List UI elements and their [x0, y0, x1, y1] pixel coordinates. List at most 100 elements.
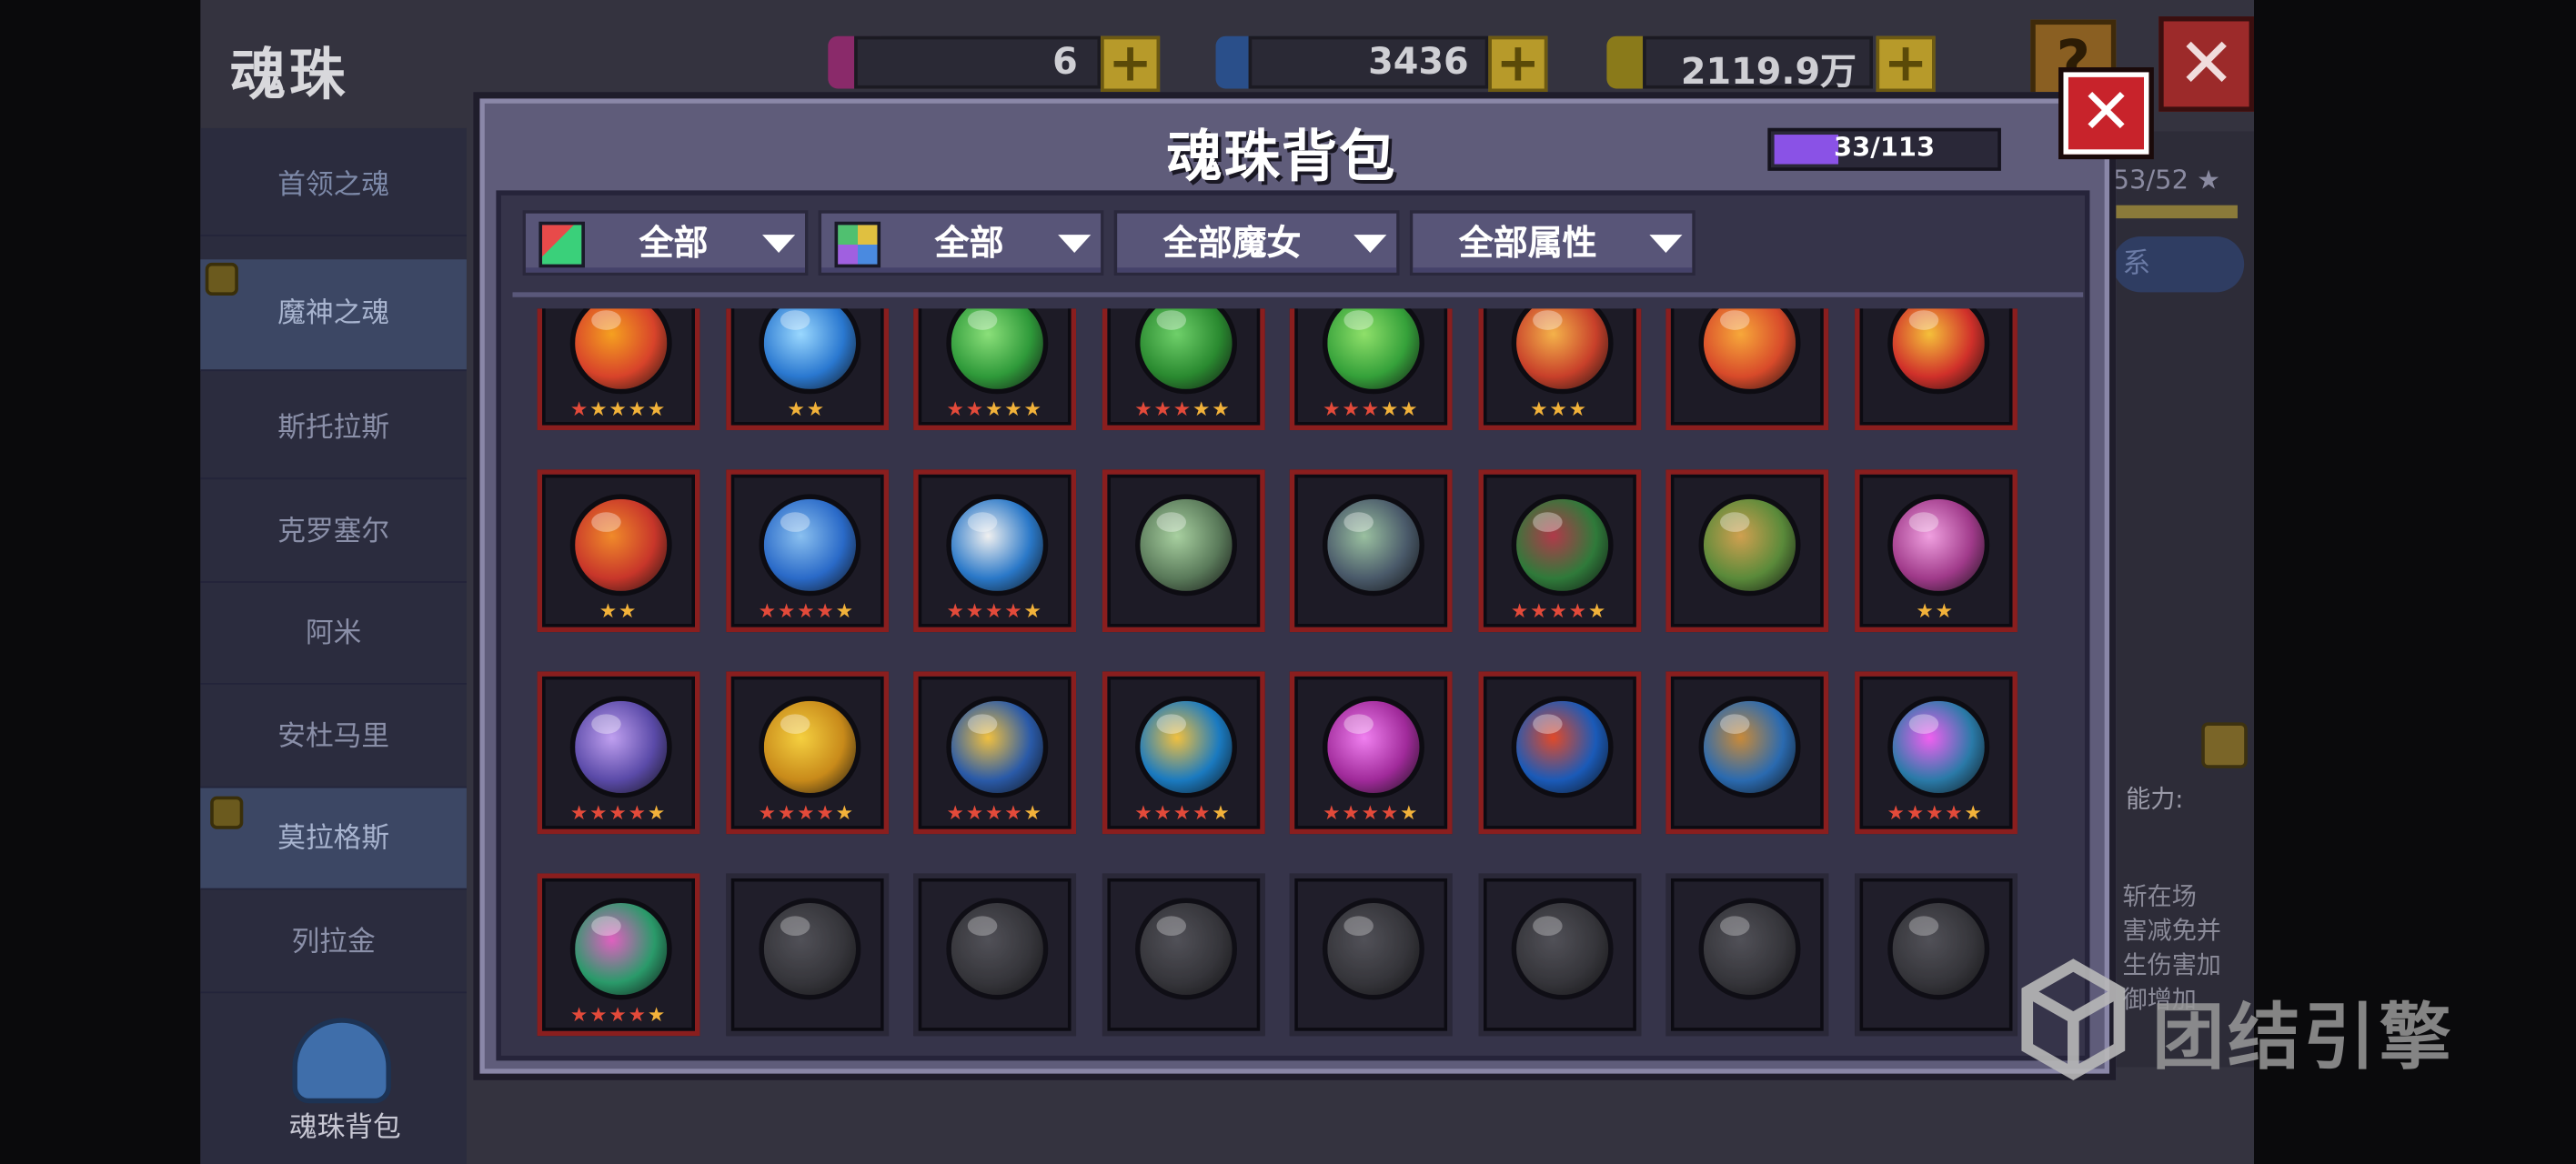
orb-slot[interactable]: ★★★★★	[913, 469, 1077, 633]
screen-title: 魂珠	[229, 42, 348, 109]
orb-slot[interactable]: ★★★★★	[1289, 308, 1453, 431]
orb-slot[interactable]	[1102, 469, 1264, 633]
orb-slot[interactable]	[1477, 873, 1641, 1037]
add-gold-button[interactable]: +	[1876, 35, 1936, 93]
locked-book-slot-icon	[1134, 898, 1237, 1000]
orb-slot[interactable]: ★★★★★	[1289, 671, 1453, 835]
blue-gem-count: 3436	[1368, 42, 1469, 85]
orb-slot[interactable]	[1665, 308, 1829, 431]
ice-axe-orb-icon	[758, 308, 860, 395]
add-purple-gem-button[interactable]: +	[1101, 35, 1161, 93]
sidebar-item-crocell[interactable]: 克罗塞尔	[200, 481, 467, 583]
magenta-sphere-orb-icon	[1322, 696, 1424, 798]
orb-slot[interactable]	[1854, 308, 2018, 431]
lock-icon	[210, 796, 244, 829]
soul-orb-grid: ★★★★★ ★★ ★★★★★ ★★★★★ ★★★★★ ★★★ ★★ ★★★★★ ★★★★★ ★★★…	[513, 308, 2074, 1047]
pink-crystal-orb-icon	[1887, 494, 1989, 597]
star-rating: ★★★★★	[569, 1003, 668, 1027]
orb-slot[interactable]	[1477, 671, 1641, 835]
orb-slot[interactable]: ★★	[1854, 469, 2018, 633]
orb-slot[interactable]: ★★★★★	[537, 671, 700, 835]
locked-key-slot-icon	[1698, 898, 1801, 1000]
white-pearl-orb-icon	[946, 494, 1049, 597]
orb-slot[interactable]	[1289, 873, 1453, 1037]
element-grid-icon	[834, 221, 881, 268]
sidebar-item-demon-soul[interactable]: 魔神之魂	[200, 259, 467, 372]
star-rating: ★★★★★	[946, 598, 1043, 623]
green-crescent-orb-icon	[1322, 308, 1424, 395]
sidebar-item-leraje[interactable]: 列拉金	[200, 891, 467, 994]
add-blue-gem-button[interactable]: +	[1488, 35, 1548, 93]
orb-slot[interactable]: ★★★★★	[1854, 671, 2018, 835]
orb-slot[interactable]	[1665, 671, 1829, 835]
emerald-cube-orb-icon	[569, 898, 672, 1000]
star-rating: ★★★★★	[758, 598, 855, 623]
orb-slot[interactable]: ★★★★★	[1102, 671, 1264, 835]
monkey-king-orb-icon	[1698, 696, 1801, 798]
orb-slot[interactable]	[1665, 873, 1829, 1037]
desc-line: 害减免并	[2122, 916, 2221, 946]
star-rating: ★★★★★	[1887, 801, 1984, 825]
filter-label: 全部属性	[1458, 223, 1597, 263]
jungle-monkey-orb-icon	[1698, 494, 1801, 597]
orb-slot[interactable]: ★★★★★	[537, 308, 700, 431]
crimson-blade-orb-icon	[569, 494, 672, 597]
fire-axe-orb-icon	[1698, 308, 1801, 395]
ice-crown-orb-icon	[946, 696, 1049, 798]
orb-slot[interactable]: ★★★	[1477, 308, 1641, 431]
element-filter[interactable]: 全部	[818, 210, 1104, 276]
star-progress-bar	[2102, 205, 2238, 219]
locked-claw-slot-icon	[1887, 898, 1989, 1000]
star-rating: ★★	[787, 396, 827, 421]
orb-slot[interactable]: ★★★★★	[913, 308, 1077, 431]
ability-label: 能力:	[2126, 784, 2184, 815]
orb-slot[interactable]: ★★★★★	[537, 873, 700, 1037]
blue-shell-orb-icon	[758, 494, 860, 597]
chevron-down-icon	[762, 235, 796, 254]
rarity-color-icon	[538, 221, 585, 268]
attribute-filter[interactable]: 全部属性	[1409, 210, 1696, 276]
sidebar-item-amy[interactable]: 阿米	[200, 583, 467, 685]
close-modal-button[interactable]: ✕	[2063, 72, 2149, 155]
watermark-text: 团结引擎	[2152, 996, 2455, 1080]
orb-slot[interactable]: ★★★★★	[725, 469, 889, 633]
star-rating: ★★★★★	[1134, 801, 1232, 825]
soul-bag-label: 魂珠背包	[288, 1111, 401, 1145]
close-screen-button[interactable]: ✕	[2158, 16, 2254, 112]
star-rating: ★★★★★	[1323, 801, 1420, 825]
sidebar-item-andromalius[interactable]: 安杜马里	[200, 687, 467, 788]
star-progress: 53/52 ★	[2112, 164, 2221, 196]
star-rating: ★★★★★	[758, 801, 855, 825]
orb-slot[interactable]: ★★★★★	[725, 671, 889, 835]
orb-slot[interactable]: ★★★★★	[1102, 308, 1264, 431]
green-violet-orb-icon	[1322, 494, 1424, 597]
orb-slot[interactable]	[1289, 469, 1453, 633]
orb-slot[interactable]: ★★	[537, 469, 700, 633]
star-rating: ★★★★★	[569, 396, 668, 421]
star-rating: ★★	[1916, 598, 1955, 623]
locked-rune-slot-icon	[1510, 898, 1613, 1000]
orb-slot[interactable]: ★★★★★	[1477, 469, 1641, 633]
star-rating: ★★★★★	[946, 801, 1043, 825]
star-rating: ★★★★★	[1510, 598, 1608, 623]
locked-dragon-slot-icon	[946, 898, 1049, 1000]
flame-sword-orb-icon	[569, 308, 672, 395]
orb-slot[interactable]	[1665, 469, 1829, 633]
witch-filter[interactable]: 全部魔女	[1113, 210, 1400, 276]
orb-slot[interactable]	[1854, 873, 2018, 1037]
category-pill[interactable]: 系	[2112, 236, 2245, 293]
forest-beast-orb-icon	[1510, 494, 1613, 597]
lock-icon	[2201, 722, 2248, 768]
fire-rune-orb-icon	[1510, 308, 1613, 395]
green-cross-orb-icon	[1134, 308, 1237, 395]
sidebar-item-boss-soul[interactable]: 首领之魂	[200, 135, 467, 236]
orb-slot[interactable]	[1102, 873, 1264, 1037]
orb-slot[interactable]: ★★	[725, 308, 889, 431]
sidebar-item-stolas[interactable]: 斯托拉斯	[200, 377, 467, 480]
orb-slot[interactable]: ★★★★★	[913, 671, 1077, 835]
orb-slot[interactable]	[725, 873, 889, 1037]
orb-slot[interactable]	[913, 873, 1077, 1037]
star-rating: ★★	[599, 598, 639, 623]
blue-cannon-orb-icon	[1510, 696, 1613, 798]
rarity-filter[interactable]: 全部	[522, 210, 809, 276]
